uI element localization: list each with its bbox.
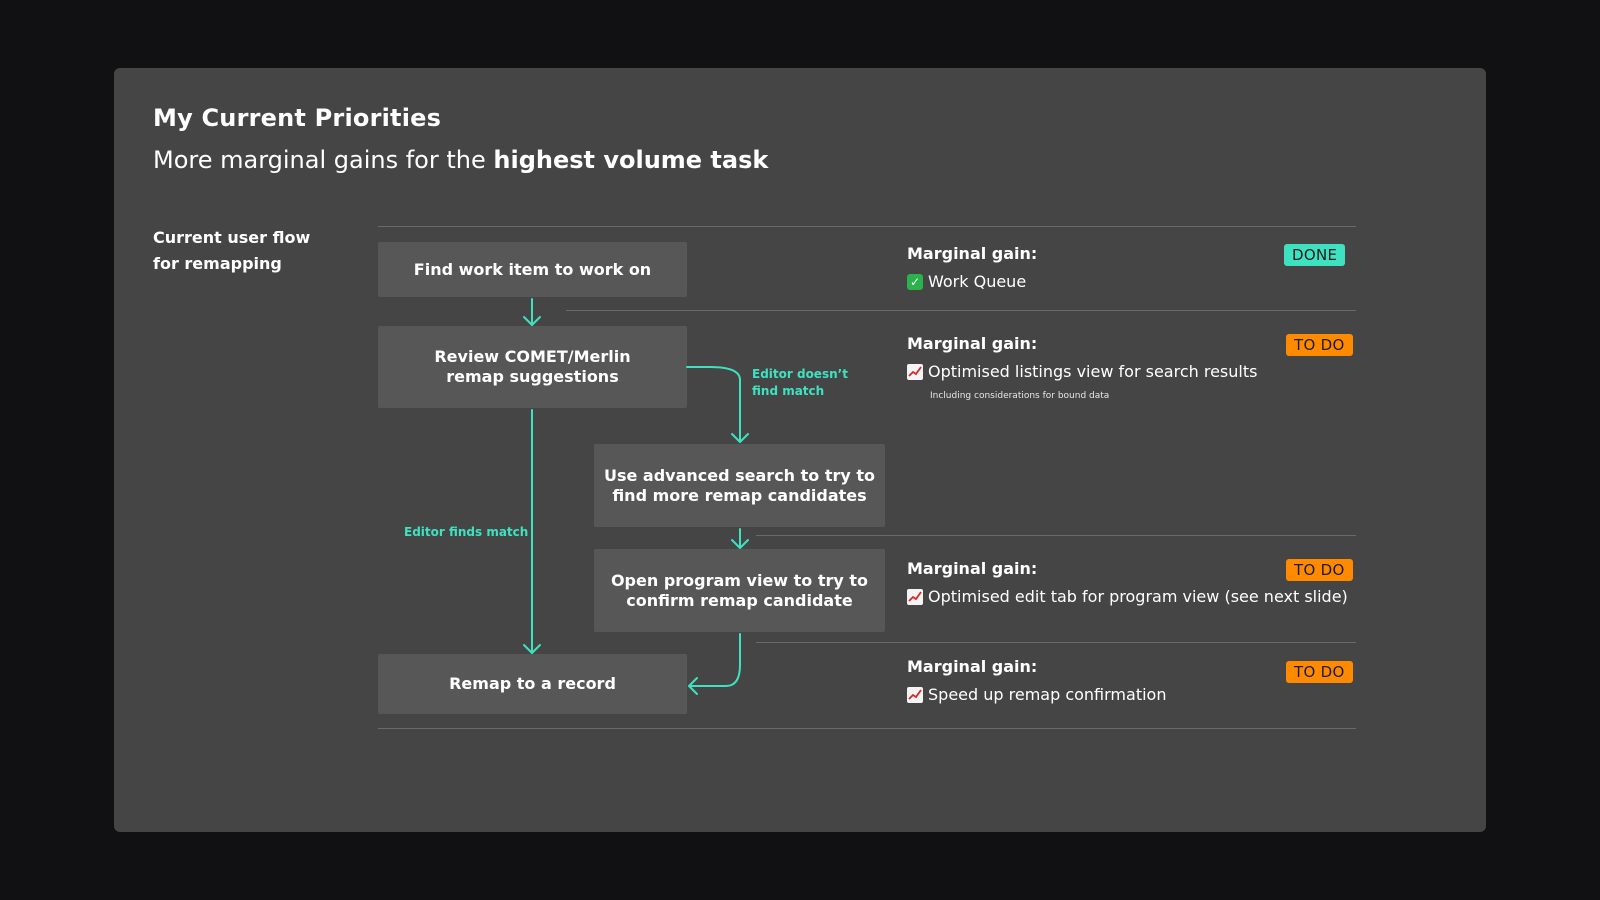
gain-item: Optimised edit tab for program view (see… [907, 587, 1348, 606]
edge-label-line1: Editor doesn’t [752, 367, 848, 381]
gain-note: Including considerations for bound data [930, 391, 1110, 401]
chart-icon [907, 363, 923, 380]
edge-label-match: Editor finds match [404, 525, 529, 539]
status-badge: TO DO [1286, 661, 1353, 683]
arrow-program-to-remap [688, 633, 741, 695]
arrow-search-to-program [731, 528, 749, 549]
gain-heading: Marginal gain: [907, 559, 1038, 578]
gain-item: Speed up remap confirmation [907, 685, 1166, 704]
arrow-find-to-review [523, 298, 541, 326]
arrow-review-to-search [686, 366, 749, 443]
gain-item-label: Optimised edit tab for program view (see… [928, 587, 1348, 606]
gain-heading: Marginal gain: [907, 244, 1038, 263]
gain-item-label: Optimised listings view for search resul… [928, 362, 1258, 381]
gain-item-label: Speed up remap confirmation [928, 685, 1167, 704]
flow-arrows [523, 298, 749, 695]
gain-heading: Marginal gain: [907, 334, 1038, 353]
chart-icon [907, 588, 923, 605]
status-badge: DONE [1284, 244, 1346, 266]
gain-item-label: Work Queue [928, 272, 1027, 291]
gain-heading: Marginal gain: [907, 657, 1038, 676]
check-icon: ✓ [907, 273, 923, 290]
gain-item: Optimised listings view for search resul… [907, 362, 1257, 381]
status-badge: TO DO [1286, 334, 1353, 356]
slide: My Current Priorities More marginal gain… [114, 68, 1486, 832]
status-badge: TO DO [1286, 559, 1353, 581]
chart-icon [907, 686, 923, 703]
gain-item: ✓ Work Queue [907, 272, 1026, 291]
edge-label-line2: find match [752, 384, 825, 398]
edge-label-no-match: Editor doesn’t find match [752, 366, 848, 400]
